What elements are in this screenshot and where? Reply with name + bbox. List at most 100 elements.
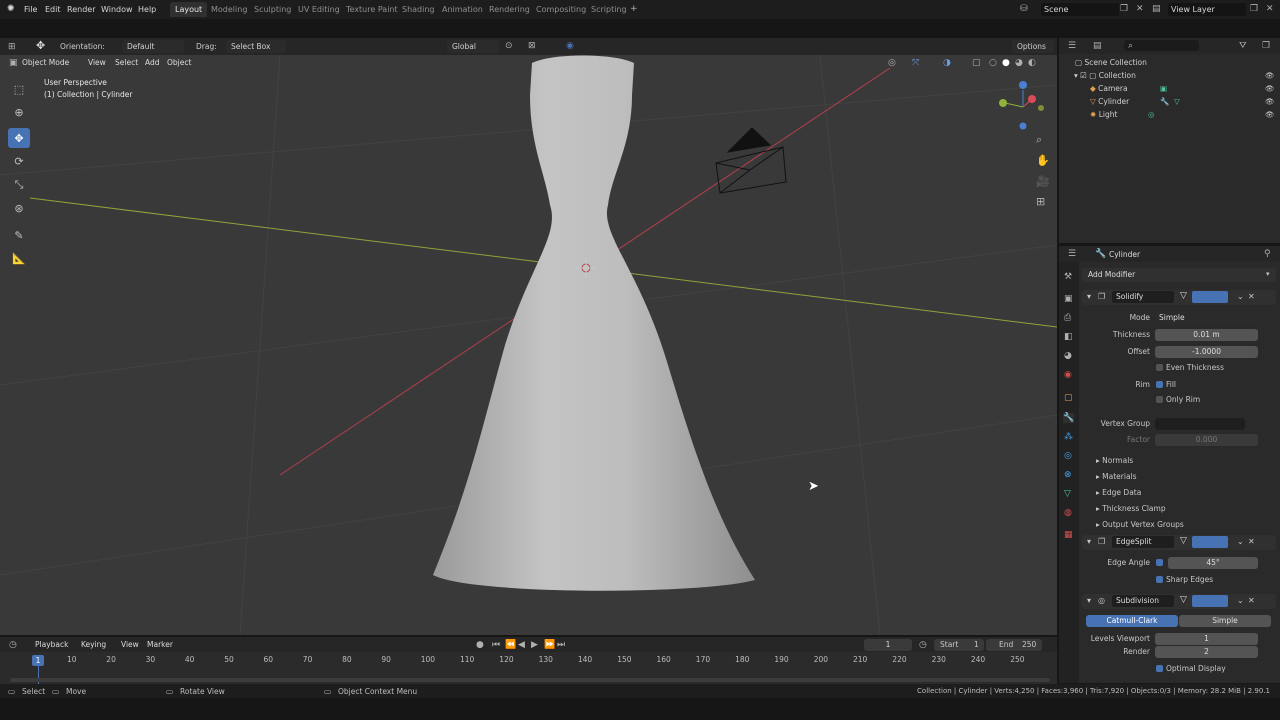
even-thickness-checkbox[interactable] (1156, 364, 1163, 371)
eye-icon[interactable]: 👁 (1265, 108, 1275, 121)
select-box-tool[interactable]: ⬚ (8, 79, 30, 99)
subdivision-name-field[interactable]: Subdivision (1112, 595, 1174, 607)
tab-uv-editing[interactable]: UV Editing (293, 2, 345, 17)
menu-file[interactable]: File (24, 3, 37, 16)
material-tab-icon[interactable]: ◍ (1064, 508, 1072, 518)
display-mode-icon[interactable]: ▤ (1093, 41, 1102, 51)
eye-icon[interactable]: 👁 (1265, 82, 1275, 95)
drag-dropdown[interactable]: Select Box (226, 40, 286, 53)
properties-editor-icon[interactable]: ☰ (1068, 249, 1076, 259)
mode-dropdown[interactable]: Object Mode (22, 58, 69, 67)
data-tab-icon[interactable]: ▽ (1064, 489, 1071, 499)
normals-subpanel[interactable]: ▸ Normals (1096, 454, 1133, 467)
wireframe-shading-icon[interactable]: ○ (989, 58, 997, 68)
rotate-tool[interactable]: ⟳ (8, 151, 30, 171)
render-levels-field[interactable]: 2 (1155, 646, 1258, 658)
optimal-display-checkbox[interactable] (1156, 665, 1163, 672)
tool-tab-icon[interactable]: ⚒ (1064, 272, 1072, 282)
viewport-menu-view[interactable]: View (88, 58, 106, 67)
tab-scripting[interactable]: Scripting (586, 2, 632, 17)
thickness-clamp-subpanel[interactable]: ▸ Thickness Clamp (1096, 502, 1166, 515)
move-tool[interactable]: ✥ (8, 128, 30, 148)
outliner-scene-collection[interactable]: ▢ Scene Collection (1060, 56, 1280, 69)
pivot-icon[interactable]: ⊙ (505, 41, 513, 51)
texture-tab-icon[interactable]: ▦ (1064, 530, 1073, 540)
camera-view-icon[interactable]: 🎥 (1036, 176, 1050, 187)
render-tab-icon[interactable]: ▣ (1064, 294, 1073, 304)
outliner-search-input[interactable] (1124, 40, 1199, 51)
visibility-toggles[interactable] (1192, 536, 1228, 548)
overlay-toggle-icon[interactable]: ◑ (943, 58, 951, 68)
gizmo-toggle-icon[interactable]: ⤧ (912, 58, 919, 68)
timeline-editor-icon[interactable]: ◷ (9, 640, 17, 650)
chevron-down-icon[interactable]: ⌄ (1237, 596, 1244, 605)
solidify-name-field[interactable]: Solidify (1112, 291, 1174, 303)
catmull-clark-button[interactable]: Catmull-Clark (1086, 615, 1178, 627)
editor-type-icon[interactable]: ⊞ (8, 42, 16, 52)
preview-range-icon[interactable]: ◷ (919, 640, 927, 650)
tab-shading[interactable]: Shading (397, 2, 440, 17)
new-collection-icon[interactable]: ❐ (1262, 41, 1270, 51)
edit-mode-toggle-icon[interactable]: ▽ (1180, 536, 1187, 546)
sharp-edges-checkbox[interactable] (1156, 576, 1163, 583)
view-layer-field[interactable]: View Layer (1168, 3, 1246, 16)
tab-sculpting[interactable]: Sculpting (249, 2, 296, 17)
tab-layout[interactable]: Layout (170, 2, 208, 17)
view-layer-tab-icon[interactable]: ◧ (1064, 332, 1073, 342)
visibility-icon[interactable]: ◎ (888, 58, 896, 68)
scale-tool[interactable]: ⤡ (8, 175, 30, 195)
filter-icon[interactable]: ⛛ (1239, 41, 1247, 51)
proportional-editing-icon[interactable]: ◉ (566, 41, 574, 51)
grid-view-icon[interactable]: ⊞ (1036, 196, 1045, 207)
eye-icon[interactable]: 👁 (1265, 95, 1275, 108)
new-view-layer-icon[interactable]: ❐ (1250, 4, 1258, 14)
jump-start-icon[interactable]: ⏮ (492, 640, 500, 650)
menu-render[interactable]: Render (67, 3, 95, 16)
tab-compositing[interactable]: Compositing (531, 2, 591, 17)
delete-scene-icon[interactable]: ✕ (1136, 4, 1144, 14)
transform-orientation-dropdown[interactable]: Global (447, 40, 499, 53)
view-layer-icon[interactable]: ▤ (1152, 4, 1161, 14)
viewport-menu-object[interactable]: Object (167, 58, 191, 67)
world-tab-icon[interactable]: ◉ (1064, 370, 1072, 380)
start-frame-field[interactable]: Start 1 (934, 639, 984, 651)
menu-help[interactable]: Help (138, 3, 156, 16)
timeline-menu-marker[interactable]: Marker (147, 640, 173, 649)
thickness-field[interactable]: 0.01 m (1155, 329, 1258, 341)
zoom-icon[interactable]: ⌕ (1036, 134, 1042, 145)
rendered-shading-icon[interactable]: ◐ (1028, 58, 1036, 68)
blender-logo-icon[interactable]: ✺ (7, 4, 15, 14)
viewport-menu-select[interactable]: Select (115, 58, 138, 67)
edgesplit-name-field[interactable]: EdgeSplit (1112, 536, 1174, 548)
close-icon[interactable]: ✕ (1248, 537, 1255, 546)
edge-angle-checkbox[interactable] (1156, 559, 1163, 566)
modifiers-tab-icon[interactable]: 🔧 (1063, 413, 1075, 423)
collapse-arrow-icon[interactable]: ▾ (1087, 292, 1091, 301)
camera-data-icon[interactable]: ▣ (1160, 82, 1167, 95)
light-data-icon[interactable]: ◎ (1148, 108, 1155, 121)
measure-tool[interactable]: 📐 (8, 248, 30, 268)
edit-mode-toggle-icon[interactable]: ▽ (1180, 291, 1187, 301)
timeline-ruler[interactable]: 10 20 30 40 50 60 70 80 90 100 110 120 130 140 150 160 1… (0, 653, 1057, 666)
3d-viewport[interactable]: ▣ Object Mode View Select Add Object ◎ ⤧… (0, 55, 1057, 635)
offset-field[interactable]: -1.0000 (1155, 346, 1258, 358)
factor-field[interactable]: 0.000 (1155, 434, 1258, 446)
physics-tab-icon[interactable]: ◎ (1064, 451, 1072, 461)
viewport-menu-add[interactable]: Add (145, 58, 160, 67)
outliner-item-cylinder[interactable]: ▽ Cylinder 🔧 ▽ 👁 (1060, 95, 1280, 108)
next-keyframe-icon[interactable]: ⏩ (544, 640, 555, 650)
expand-arrow-icon[interactable]: ▾ (1074, 71, 1078, 80)
edit-mode-toggle-icon[interactable]: ▽ (1180, 595, 1187, 605)
eye-icon[interactable]: 👁 (1265, 69, 1275, 82)
outliner-collection[interactable]: ▾ ☑ ▢ Collection 👁 (1060, 69, 1280, 82)
outliner-item-camera[interactable]: ◆ Camera ▣ 👁 (1060, 82, 1280, 95)
edge-data-subpanel[interactable]: ▸ Edge Data (1096, 486, 1141, 499)
mode-dropdown[interactable]: Simple (1155, 312, 1262, 324)
play-icon[interactable]: ▶ (531, 640, 538, 650)
tab-modeling[interactable]: Modeling (206, 2, 252, 17)
solid-shading-icon[interactable]: ● (1002, 58, 1010, 68)
options-dropdown[interactable]: Options (1012, 40, 1054, 53)
frame-indicator[interactable]: 1 (32, 655, 44, 666)
modifier-icon[interactable]: 🔧 (1160, 95, 1169, 108)
object-tab-icon[interactable]: ▢ (1064, 393, 1073, 403)
